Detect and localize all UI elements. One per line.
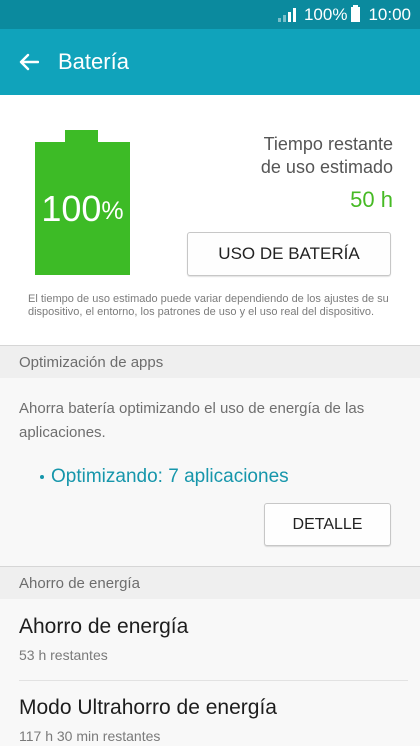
battery-graphic-body: 100 % [35,142,130,275]
section-header-power-saving: Ahorro de energía [0,566,420,599]
signal-icon [277,7,296,22]
app-optimization-description: Ahorra batería optimizando el uso de ene… [19,400,365,441]
remaining-time-label-line1: Tiempo restante [263,134,393,154]
clock: 10:00 [368,4,411,24]
battery-usage-button[interactable]: USO DE BATERÍA [187,232,391,276]
battery-percent-unit: % [101,197,124,225]
list-item-power-saving[interactable]: Ahorro de energía 53 h restantes [0,615,420,680]
remaining-time-label-line2: de uso estimado [260,157,393,177]
battery-graphic: 100 % [22,128,142,278]
remaining-time-value: 50 h [350,187,393,212]
divider [19,680,408,681]
list-item-title: Modo Ultrahorro de energía [19,696,277,719]
list-item-ultra-power-saving[interactable]: Modo Ultrahorro de energía 117 h 30 min … [0,696,420,746]
app-optimization-status-text: Optimizando: 7 aplicaciones [51,466,289,487]
battery-level-text: 100% [303,4,348,24]
battery-percent-value: 100 [41,187,102,229]
remaining-time-label: Tiempo restante de uso estimado [261,133,393,179]
estimate-disclaimer: El tiempo de uso estimado puede variar d… [28,293,389,318]
section-header-app-optimization: Optimización de apps [0,345,420,378]
list-item-title: Ahorro de energía [19,615,189,638]
page-title: Batería [58,49,129,74]
back-button[interactable] [0,29,58,95]
arrow-left-icon [19,53,39,71]
status-bar: 100% 10:00 [0,0,420,29]
battery-icon [351,5,361,22]
app-bar: Batería [0,29,420,95]
list-item-subtitle: 53 h restantes [19,647,108,663]
battery-summary-card: 100 % Tiempo restante de uso estimado 50… [0,95,420,345]
list-item-subtitle: 117 h 30 min restantes [19,728,161,744]
app-optimization-status: Optimizando: 7 aplicaciones [40,466,289,488]
app-optimization-card: Ahorra batería optimizando el uso de ene… [0,379,420,566]
detail-button[interactable]: DETALLE [264,503,391,546]
bullet-icon [40,475,44,479]
